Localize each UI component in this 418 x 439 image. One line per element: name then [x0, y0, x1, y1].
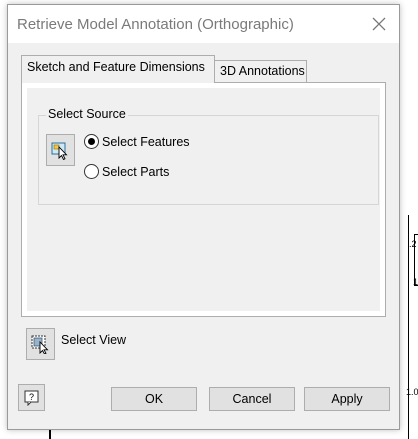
- dimension-text: 1: [413, 277, 418, 287]
- tab-3d-annotations[interactable]: 3D Annotations: [214, 60, 307, 82]
- ok-button[interactable]: OK: [111, 387, 197, 411]
- tab-panel: Select Source Select Features Select Par…: [21, 82, 386, 317]
- help-button[interactable]: ?: [18, 384, 45, 411]
- select-parts-radio[interactable]: [84, 164, 99, 179]
- help-icon: ?: [24, 390, 38, 406]
- select-features-label: Select Features: [102, 134, 190, 149]
- select-view-icon: [31, 335, 49, 354]
- close-icon: [372, 17, 386, 31]
- dialog-title: Retrieve Model Annotation (Orthographic): [17, 16, 294, 33]
- svg-text:?: ?: [28, 392, 33, 402]
- dimension-text: 1.0: [406, 387, 418, 397]
- cancel-label: Cancel: [232, 392, 272, 406]
- tab-label: 3D Annotations: [220, 64, 305, 78]
- retrieve-annotation-dialog: Retrieve Model Annotation (Orthographic)…: [7, 4, 400, 430]
- tab-sketch-feature-dimensions[interactable]: Sketch and Feature Dimensions: [21, 55, 215, 83]
- select-features-radio[interactable]: [84, 134, 99, 149]
- select-features-option[interactable]: Select Features: [84, 134, 190, 149]
- dimension-text: .2: [409, 239, 417, 249]
- select-parts-label: Select Parts: [102, 164, 170, 179]
- title-bar[interactable]: Retrieve Model Annotation (Orthographic): [8, 5, 399, 43]
- select-parts-option[interactable]: Select Parts: [84, 164, 169, 179]
- close-button[interactable]: [365, 11, 393, 37]
- apply-button[interactable]: Apply: [304, 387, 390, 411]
- tab-label: Sketch and Feature Dimensions: [27, 60, 205, 74]
- select-source-button[interactable]: [46, 134, 75, 166]
- select-source-label: Select Source: [46, 107, 128, 121]
- tab-panel-content: Select Source Select Features Select Par…: [27, 88, 380, 311]
- ok-label: OK: [144, 392, 164, 406]
- cancel-button[interactable]: Cancel: [209, 387, 295, 411]
- select-cursor-icon: [51, 142, 68, 160]
- apply-label: Apply: [331, 392, 363, 406]
- select-view-button[interactable]: [26, 328, 55, 360]
- select-view-label: Select View: [61, 333, 127, 347]
- select-source-group: [38, 115, 379, 205]
